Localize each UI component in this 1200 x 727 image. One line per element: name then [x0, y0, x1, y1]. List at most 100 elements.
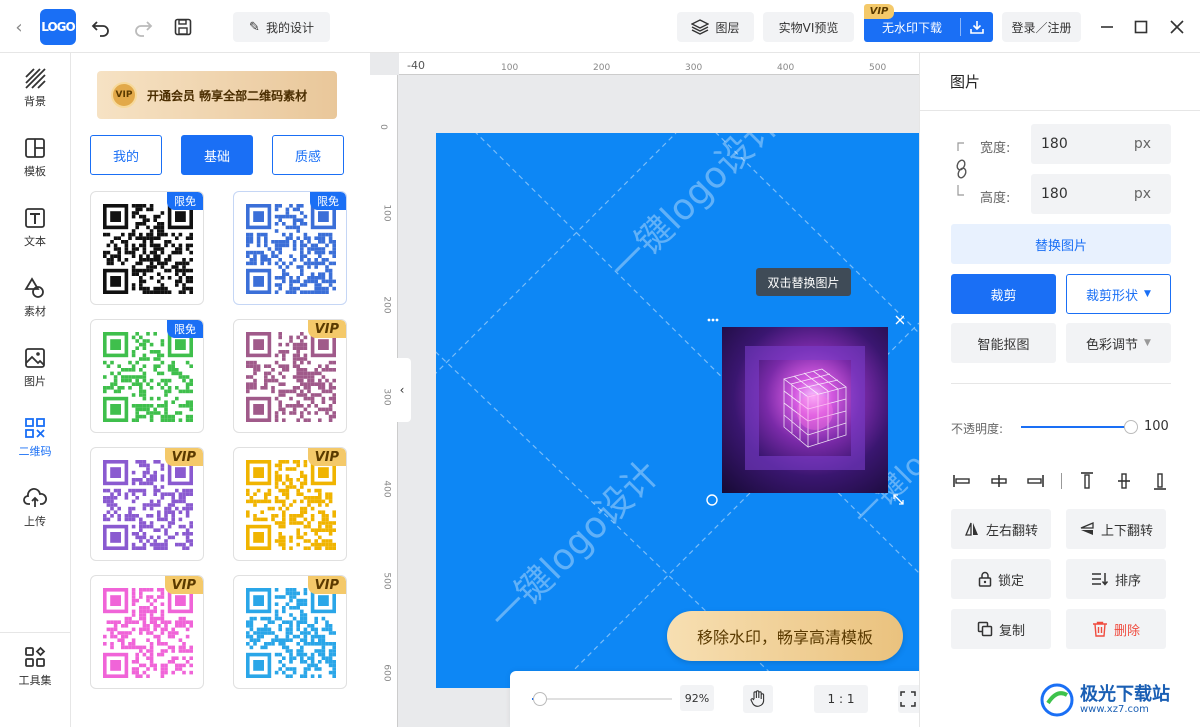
vip-banner[interactable]: VIP 开通会员 畅享全部二维码素材 [97, 71, 337, 119]
tab-basic[interactable]: 基础 [181, 135, 253, 175]
align-left-icon[interactable] [951, 470, 973, 492]
properties-panel: 图片 宽度: 180 px 高度: 180 px 替换图片 裁剪 裁剪形状 ▼ … [919, 53, 1200, 727]
layers-button[interactable]: 图层 [677, 12, 754, 42]
qrcode-item[interactable]: VIP [233, 575, 347, 689]
free-badge: 限免 [310, 192, 346, 210]
design-icon: ✎ [249, 19, 260, 35]
artboard[interactable]: 一键logo设计 一键logo设计 一键logo设计 双击替换图片 [436, 133, 919, 688]
zoom-slider[interactable] [532, 692, 672, 706]
width-label: 宽度: [980, 141, 1011, 156]
qrcode-graphic [103, 204, 193, 294]
back-chevron-icon[interactable]: ‹ [10, 16, 28, 38]
nav-item-material[interactable]: 素材 [0, 268, 70, 328]
replace-image-button[interactable]: 替换图片 [951, 224, 1171, 264]
top-toolbar: ‹ LOGO ✎ 我的设计 图层 实物VI预览 无水印下载 VIP 登录／注册 [0, 0, 1200, 53]
ruler-label: 600 [381, 664, 392, 682]
vip-badge: VIP [307, 576, 346, 594]
nav-item-tools[interactable]: 工具集 [0, 637, 70, 697]
smart-cutout-button[interactable]: 智能抠图 [951, 323, 1056, 363]
caret-down-icon: ▼ [1144, 289, 1151, 299]
nav-label: 工具集 [18, 674, 52, 687]
nav-item-upload[interactable]: 上传 [0, 478, 70, 538]
height-value: 180 [1041, 186, 1068, 202]
qrcode-item[interactable]: 限免 [233, 191, 347, 305]
ruler-label: -40 [407, 59, 425, 72]
login-button[interactable]: 登录／注册 [1002, 12, 1081, 42]
canvas-area[interactable]: 0 100 200 300 400 500 600 -40 100 200 30… [370, 53, 919, 727]
save-icon[interactable] [172, 16, 194, 38]
align-divider [1060, 473, 1062, 489]
my-design-button[interactable]: ✎ 我的设计 [233, 12, 330, 42]
hand-tool-icon[interactable] [743, 685, 773, 713]
width-unit: px [1133, 136, 1151, 152]
caret-down-icon: ▼ [1144, 338, 1151, 348]
left-nav: 背景 模板 文本 素材 图片 二维码 上传 工具集 [0, 53, 71, 727]
qrcode-item[interactable]: VIP [90, 575, 204, 689]
qrcode-item[interactable]: VIP [233, 319, 347, 433]
align-center-v-icon[interactable] [1113, 470, 1135, 492]
template-icon [25, 138, 45, 158]
app-window: ‹ LOGO ✎ 我的设计 图层 实物VI预览 无水印下载 VIP 登录／注册 … [0, 0, 1200, 727]
copy-button[interactable]: 复制 [951, 609, 1051, 649]
remove-watermark-button[interactable]: 移除水印，畅享高清模板 [667, 611, 903, 661]
close-icon[interactable] [1166, 16, 1188, 38]
vip-tag: VIP [864, 4, 894, 19]
order-button[interactable]: 排序 [1066, 559, 1166, 599]
crop-button[interactable]: 裁剪 [951, 274, 1056, 314]
nav-label: 二维码 [18, 445, 52, 458]
tab-texture[interactable]: 质感 [272, 135, 344, 175]
nav-item-image[interactable]: 图片 [0, 338, 70, 398]
redo-icon[interactable] [132, 16, 154, 38]
qrcode-item[interactable]: VIP [233, 447, 347, 561]
qrcode-item[interactable]: 限免 [90, 319, 204, 433]
tab-mine[interactable]: 我的 [90, 135, 162, 175]
lock-label: 锁定 [997, 573, 1024, 589]
lock-button[interactable]: 锁定 [951, 559, 1051, 599]
align-top-icon[interactable] [1076, 470, 1098, 492]
crop-shape-dropdown[interactable]: 裁剪形状 ▼ [1066, 274, 1171, 314]
crop-shape-label: 裁剪形状 [1086, 288, 1139, 304]
nav-item-background[interactable]: 背景 [0, 58, 70, 118]
align-right-icon[interactable] [1024, 470, 1046, 492]
flip-vertical-button[interactable]: 上下翻转 [1066, 509, 1166, 549]
fit-screen-icon[interactable] [898, 685, 919, 713]
ruler-label: 200 [381, 296, 392, 314]
zoom-slider-handle[interactable] [533, 692, 548, 706]
opacity-slider-handle[interactable] [1124, 420, 1138, 434]
opacity-slider[interactable] [1021, 420, 1138, 434]
maximize-icon[interactable] [1130, 16, 1152, 38]
opacity-value: 100 [1144, 419, 1169, 434]
nav-item-text[interactable]: 文本 [0, 198, 70, 258]
free-badge: 限免 [167, 192, 203, 210]
color-adjust-dropdown[interactable]: 色彩调节 ▼ [1066, 323, 1171, 363]
link-ratio-icon[interactable] [954, 141, 974, 197]
nav-label: 图片 [24, 375, 46, 388]
vi-preview-button[interactable]: 实物VI预览 [763, 12, 854, 42]
download-icon[interactable] [961, 20, 993, 34]
upload-icon [23, 488, 47, 507]
align-bottom-icon[interactable] [1149, 470, 1171, 492]
qrcode-item[interactable]: VIP [90, 447, 204, 561]
minimize-icon[interactable] [1096, 16, 1118, 38]
opacity-label: 不透明度: [951, 422, 1004, 436]
width-input[interactable]: 180 px [1031, 124, 1171, 164]
collapse-panel-button[interactable]: ‹ [393, 358, 411, 422]
nav-item-template[interactable]: 模板 [0, 128, 70, 188]
height-input[interactable]: 180 px [1031, 174, 1171, 214]
ruler-label: 300 [381, 388, 392, 406]
qrcode-item[interactable]: 限免 [90, 191, 204, 305]
qrcode-graphic [246, 460, 336, 550]
lock-icon [978, 571, 992, 587]
flip-horizontal-button[interactable]: 左右翻转 [951, 509, 1051, 549]
undo-icon[interactable] [90, 16, 112, 38]
delete-button[interactable]: 删除 [1066, 609, 1166, 649]
qrcode-panel: VIP 开通会员 畅享全部二维码素材 我的 基础 质感 限免 限免 限免 VIP VIP… [71, 53, 370, 727]
qrcode-graphic [103, 588, 193, 678]
ratio-button[interactable]: 1 : 1 [814, 685, 868, 713]
align-center-h-icon[interactable] [988, 470, 1010, 492]
nav-item-qrcode[interactable]: 二维码 [0, 408, 70, 468]
delete-label: 删除 [1113, 623, 1140, 639]
layers-label: 图层 [715, 20, 740, 35]
flip-horizontal-icon [965, 522, 978, 536]
ruler-label: 400 [381, 480, 392, 498]
